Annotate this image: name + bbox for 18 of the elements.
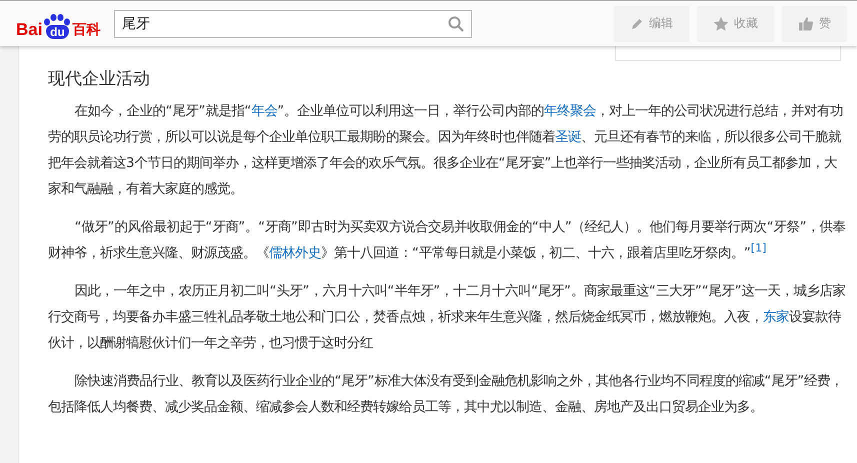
- pencil-icon: [630, 16, 644, 30]
- section-heading: 现代企业活动: [48, 68, 151, 91]
- star-icon: [713, 16, 729, 32]
- link[interactable]: 年会: [251, 104, 278, 119]
- paragraph: 在如今，企业的“尾牙”就是指“年会”。企业单位可以利用这一日，举行公司内部的年终聚会，对上一年的公司状况进行总结，并对有功劳的职员论功行赏，所以可以说是每个企业单位职工最期盼的聚会。因为年终时也伴随着圣诞、元旦还有春节的来临，所以很多公司干脆就把年会就着这3个节日的期间举办，这样更增添了年会的欢乐气氛。很多企业在“尾牙宴”上也举行一些抽奖活动，企业所有员工都参加，大家和气融融，有着大家庭的感觉。: [48, 102, 844, 199]
- link[interactable]: 年终聚会: [544, 104, 596, 119]
- link[interactable]: 东家: [763, 310, 789, 325]
- link[interactable]: 儒林外史: [269, 246, 321, 261]
- logo[interactable]: Bai du 百科: [16, 8, 102, 38]
- link[interactable]: 圣诞: [555, 130, 581, 145]
- search-field[interactable]: 尾牙: [114, 10, 472, 38]
- paragraph: 因此，一年之中，农历正月初二叫“头牙”，六月十六叫“半年牙”，十二月十六叫“尾牙”。商家最重这“三大牙”“尾牙”这一天，城乡店家行交商号，均要备办丰盛三牲礼品孝敬土地公和门口公，焚香点烛，祈求来年生意兴隆，然后烧金纸冥币，燃放鞭炮。入夜，东家设宴款待伙计，以酬谢犒慰伙计们一年之辛劳，也习惯于这时分红: [48, 282, 846, 353]
- search-icon[interactable]: [448, 16, 464, 32]
- paw-icon: [43, 14, 72, 26]
- paragraph: “做牙”的风俗最初起于“牙商”。“牙商”即古时为买卖双方说合交易并收取佣金的“中人”（经纪人）。他们每月要举行两次“牙祭”，供奉财神爷，祈求生意兴隆、财源茂盛。《儒林外史》第十八回道：“平常每日就是小菜饭，初二、十六，跟着店里吃牙祭肉。”$^{[1]}$: [48, 218, 846, 263]
- footnote-link[interactable]: [1]: [750, 242, 766, 255]
- thumbs-up-icon: [798, 16, 814, 32]
- paragraph: 除快速消费品行业、教育以及医药行业企业的“尾牙”标准大体没有受到金融危机影响之外，其他各行业均不同程度的缩减“尾牙”经费，包括降低人均餐费、减少奖品金额、缩减参会人数和经费转嫁给员工等，其中尤以制造、金融、房地产及出口贸易企业为多。: [48, 372, 844, 417]
